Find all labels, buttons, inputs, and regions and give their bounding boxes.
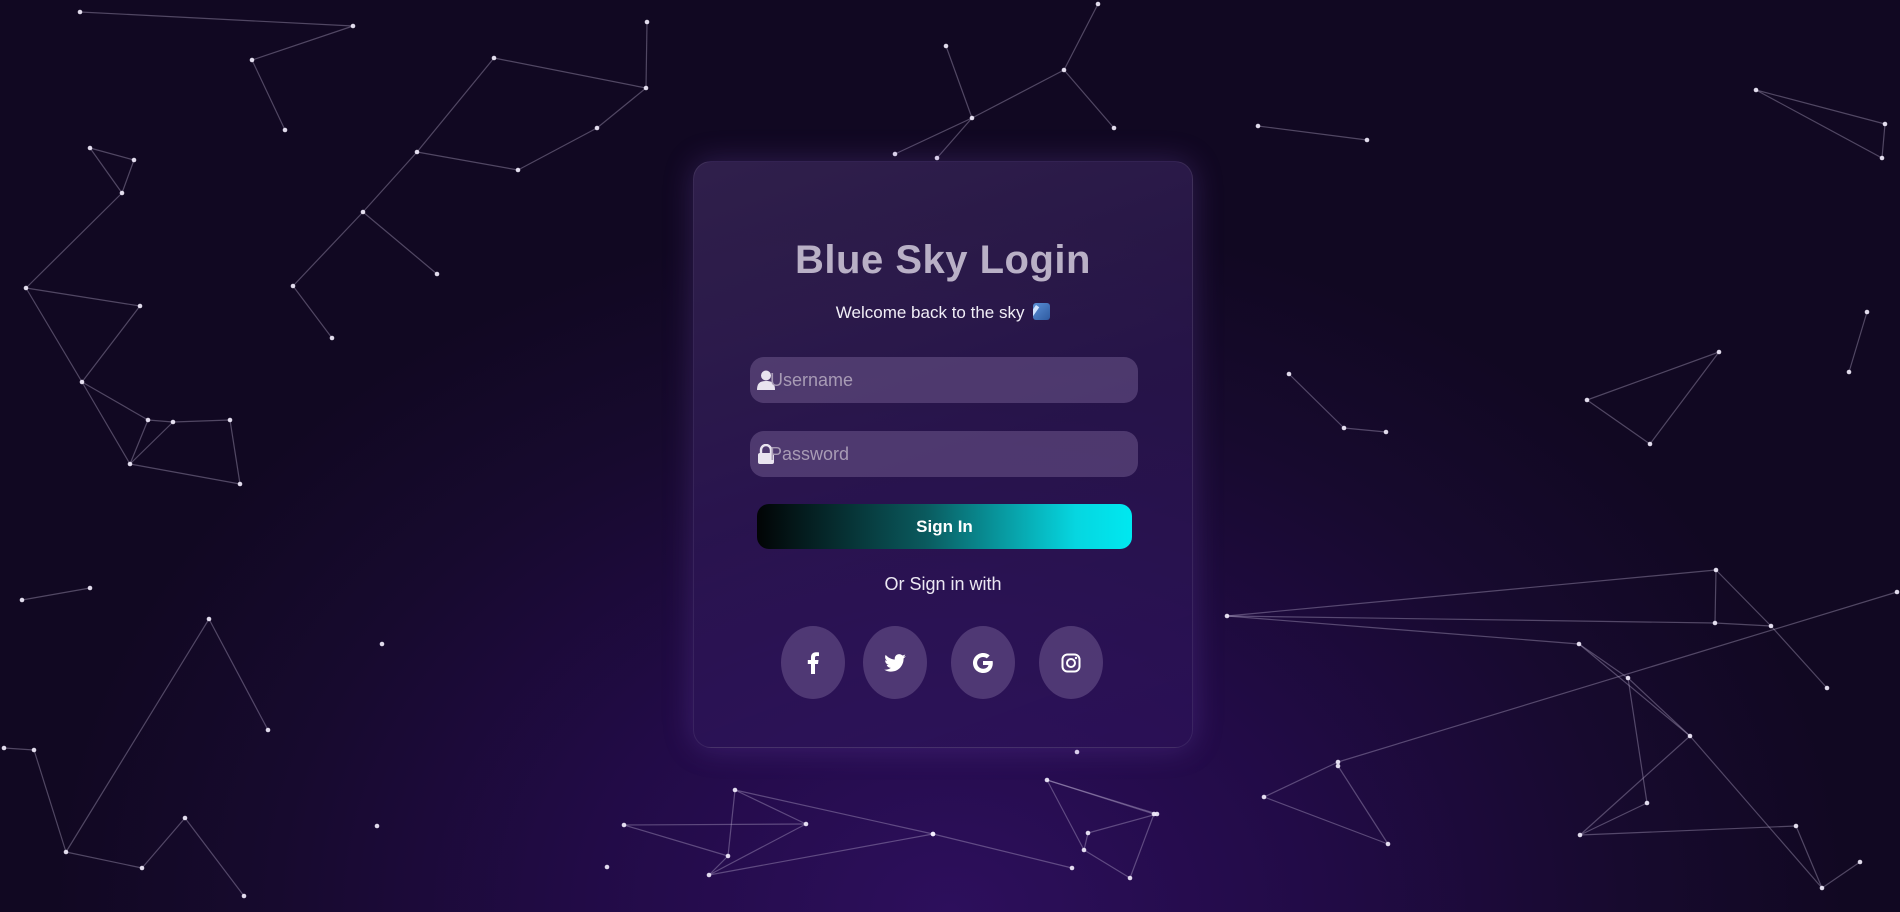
- twitter-button[interactable]: [863, 626, 927, 699]
- sky-glyph-icon: [1033, 303, 1051, 320]
- facebook-icon: [807, 651, 819, 674]
- username-input[interactable]: [770, 357, 1130, 403]
- subtitle-text: Welcome back to the sky: [835, 303, 1025, 322]
- google-icon: [973, 652, 993, 673]
- username-field[interactable]: [750, 357, 1138, 403]
- or-sign-in-with-label: Or Sign in with: [884, 574, 1002, 594]
- facebook-button[interactable]: [781, 626, 845, 699]
- password-input[interactable]: [770, 431, 1130, 477]
- instagram-icon: [1061, 653, 1081, 672]
- page-title: Blue Sky Login: [795, 238, 1091, 282]
- twitter-icon: [884, 653, 906, 672]
- login-card: Blue Sky Login Welcome back to the sky S…: [693, 161, 1193, 748]
- sign-in-button[interactable]: Sign In: [757, 504, 1132, 549]
- instagram-button[interactable]: [1039, 626, 1103, 699]
- google-button[interactable]: [951, 626, 1015, 699]
- password-field[interactable]: [750, 431, 1138, 477]
- welcome-subtitle: Welcome back to the sky: [694, 303, 1192, 323]
